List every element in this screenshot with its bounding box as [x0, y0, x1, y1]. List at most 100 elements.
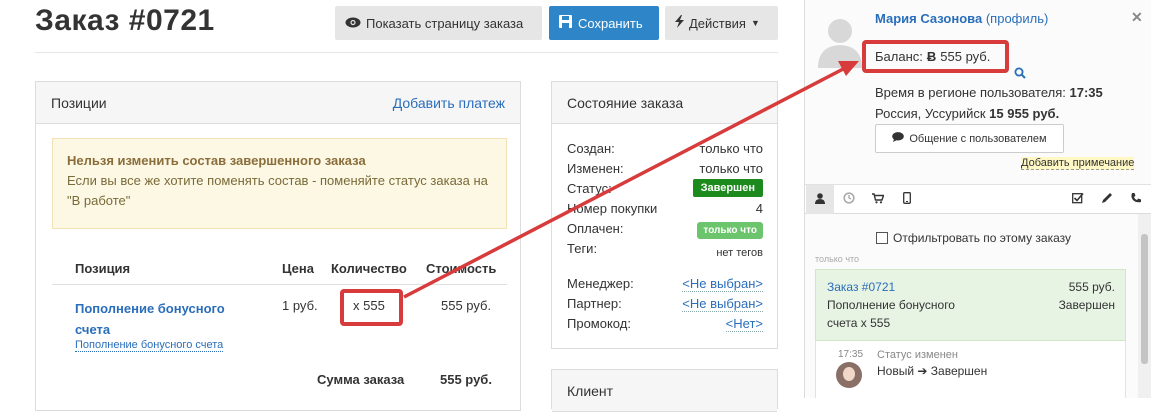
- actions-dropdown[interactable]: Действия ▼: [665, 6, 778, 40]
- client-panel-header: Клиент: [552, 370, 777, 412]
- modified-value: только что: [699, 161, 763, 176]
- feed-event-title: Статус изменен: [877, 349, 958, 361]
- created-label: Создан:: [567, 141, 615, 156]
- client-panel-title: Клиент: [567, 382, 614, 399]
- add-note-link[interactable]: Добавить примечание: [1021, 157, 1135, 170]
- tab-tasks[interactable]: [1064, 185, 1092, 214]
- eye-icon: [345, 16, 361, 31]
- order-sum-label: Сумма заказа: [317, 372, 405, 387]
- positions-panel-title: Позиции: [51, 94, 107, 111]
- order-state-panel-title: Состояние заказа: [567, 94, 684, 111]
- feed-event-time: 17:35: [838, 349, 864, 360]
- cart-icon: [872, 192, 885, 207]
- region-time: Время в регионе пользователя: 17:35: [875, 85, 1103, 100]
- warning-text: Если вы все же хотите поменять состав - …: [67, 173, 488, 208]
- close-icon[interactable]: ✕: [1131, 9, 1143, 26]
- item-name-link[interactable]: Пополнение бонусного счета: [75, 301, 225, 337]
- feed-scrollbar-thumb[interactable]: [1141, 234, 1148, 364]
- save-button[interactable]: Сохранить: [549, 6, 659, 40]
- purchase-number-value: 4: [755, 201, 763, 216]
- location-text: Россия, Уссурийск: [875, 106, 986, 121]
- tab-device[interactable]: [893, 185, 921, 214]
- order-state-panel-header: Состояние заказа: [552, 82, 777, 124]
- user-name-link[interactable]: Мария Сазонова: [875, 11, 982, 26]
- column-header-position: Позиция: [75, 261, 131, 276]
- positions-panel: Позиции Добавить платеж Нельзя изменить …: [35, 81, 521, 411]
- promo-select[interactable]: <Нет>: [725, 316, 763, 332]
- save-label: Сохранить: [578, 15, 643, 31]
- tab-edit[interactable]: [1093, 185, 1121, 214]
- item-sub-link[interactable]: Пополнение бонусного счета: [75, 339, 224, 352]
- feed-event-change: Новый ➔ Завершен: [877, 364, 987, 378]
- event-from-status: Новый: [877, 364, 915, 378]
- partner-select[interactable]: <Не выбран>: [682, 296, 763, 312]
- caret-down-icon: ▼: [750, 18, 760, 28]
- feed-order-link[interactable]: Заказ #0721: [827, 280, 895, 294]
- show-order-page-button[interactable]: Показать страницу заказа: [335, 6, 542, 40]
- chat-icon: [892, 132, 905, 145]
- column-header-cost: Стоимость: [426, 261, 497, 276]
- filter-checkbox-label: Отфильтровать по этому заказу: [893, 231, 1072, 245]
- pencil-icon: [1101, 192, 1113, 207]
- purchase-number-label: Номер покупки: [567, 201, 658, 216]
- event-user-avatar: [836, 362, 862, 388]
- tab-user[interactable]: [806, 185, 834, 214]
- phone-icon: [1130, 192, 1142, 207]
- column-header-quantity: Количество: [331, 261, 407, 276]
- page-title: Заказ #0721: [35, 4, 215, 37]
- column-header-price: Цена: [282, 261, 314, 276]
- filter-checkbox[interactable]: [876, 232, 888, 244]
- user-avatar: [815, 14, 865, 68]
- feed-time-label: только что: [815, 254, 860, 264]
- manager-label: Менеджер:: [567, 276, 634, 291]
- tags-value: нет тегов: [716, 247, 763, 259]
- status-label: Статус:: [567, 181, 612, 196]
- table-row-item-name[interactable]: Пополнение бонусного счета: [75, 298, 245, 340]
- header-divider: [35, 52, 778, 53]
- location-amount: 15 955 руб.: [989, 106, 1060, 121]
- chat-with-user-button[interactable]: Общение с пользователем: [875, 124, 1064, 153]
- tab-call[interactable]: [1122, 185, 1150, 214]
- modified-label: Изменен:: [567, 161, 624, 176]
- filter-by-order[interactable]: Отфильтровать по этому заказу: [876, 231, 1071, 245]
- feed-order-line1: Пополнение бонусного: [827, 298, 955, 312]
- feed-order-status: Завершен: [1058, 298, 1115, 312]
- quantity-highlight-box: [340, 289, 403, 326]
- floppy-icon: [559, 15, 572, 31]
- client-panel: Клиент: [551, 369, 778, 412]
- feed-order-card[interactable]: Заказ #0721 555 руб. Пополнение бонусног…: [815, 269, 1126, 341]
- feed-order-amount: 555 руб.: [1068, 280, 1115, 294]
- search-icon[interactable]: [1014, 67, 1026, 82]
- item-cost: 555 руб.: [441, 298, 492, 313]
- user-profile-link[interactable]: (профиль): [986, 11, 1048, 26]
- positions-panel-header: Позиции Добавить платеж: [36, 82, 520, 124]
- event-to-status: Завершен: [930, 364, 988, 378]
- warning-title: Нельзя изменить состав завершенного зака…: [67, 153, 366, 168]
- manager-select[interactable]: <Не выбран>: [682, 276, 763, 292]
- partner-label: Партнер:: [567, 296, 622, 311]
- checkbox-icon: [1072, 192, 1084, 207]
- warning-alert: Нельзя изменить состав завершенного зака…: [52, 138, 507, 229]
- user-name-line: Мария Сазонова (профиль): [875, 11, 1048, 26]
- table-header-divider: [52, 284, 507, 285]
- user-tabs: [805, 184, 1151, 214]
- add-payment-link[interactable]: Добавить платеж: [393, 95, 505, 111]
- paid-label: Оплачен:: [567, 221, 624, 236]
- show-order-page-label: Показать страницу заказа: [366, 15, 524, 31]
- feed-scrollbar[interactable]: [1138, 214, 1151, 398]
- user-location: Россия, Уссурийск 15 955 руб.: [875, 106, 1059, 121]
- status-badge: Завершен: [692, 179, 763, 197]
- history-icon: [843, 192, 855, 207]
- tab-history[interactable]: [835, 185, 863, 214]
- region-time-label: Время в регионе пользователя:: [875, 85, 1066, 100]
- item-sub-link-wrap[interactable]: Пополнение бонусного счета: [75, 339, 224, 352]
- region-time-value: 17:35: [1069, 85, 1103, 100]
- order-sum-value: 555 руб.: [440, 372, 492, 387]
- tab-orders[interactable]: [864, 185, 892, 214]
- order-state-panel: Состояние заказа Создан: только что Изме…: [551, 81, 778, 349]
- user-icon: [815, 192, 825, 207]
- feed-order-line2: счета x 555: [827, 316, 891, 330]
- tags-label: Теги:: [567, 241, 598, 256]
- bolt-icon: [675, 15, 684, 31]
- created-value: только что: [699, 141, 763, 156]
